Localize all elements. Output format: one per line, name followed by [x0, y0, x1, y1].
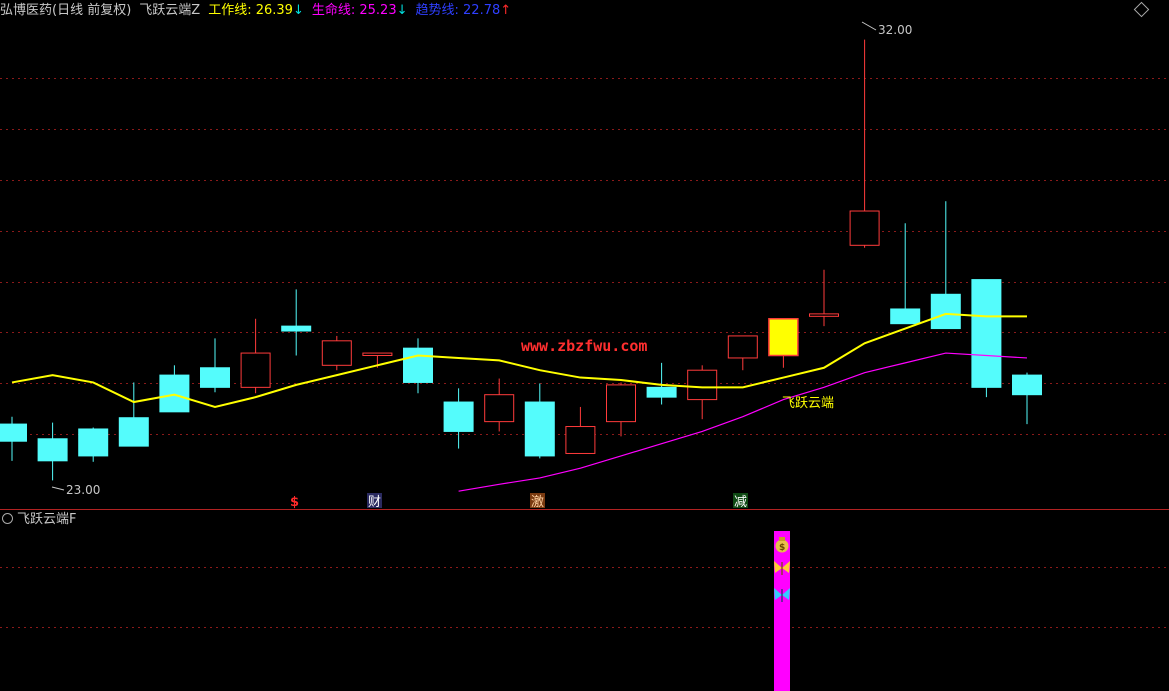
- candle-body: [809, 313, 839, 317]
- min-price-label: 23.00: [66, 483, 100, 497]
- candle-body: [890, 308, 921, 325]
- circle-icon[interactable]: [2, 513, 13, 524]
- work-line-arrow-icon: ↓: [292, 3, 304, 18]
- candlestick-series: [0, 39, 1042, 481]
- candle-body: [849, 210, 880, 246]
- svg-text:减: 减: [734, 495, 747, 510]
- stock-title[interactable]: 弘博医药(日线 前复权): [0, 3, 131, 18]
- signal-cai: 财: [367, 493, 382, 510]
- candle: [930, 201, 961, 330]
- candle: [727, 335, 758, 371]
- candle: [37, 422, 68, 481]
- life-line-label: 生命线:: [311, 3, 356, 18]
- candle-body: [727, 335, 758, 359]
- line-label: 飞跃云端: [782, 396, 834, 411]
- candle-body: [565, 426, 596, 454]
- candle: [118, 382, 149, 447]
- candle-body: [646, 386, 677, 398]
- min-price-marker: 23.00: [51, 483, 100, 497]
- candle: [849, 39, 880, 248]
- life-line-value: 25.23: [359, 3, 397, 18]
- candle: [484, 378, 515, 432]
- price-chart[interactable]: 32.00 23.00 www.zbzfwu.com 飞跃云端 $ 财 激 减 …: [0, 0, 1169, 691]
- candle-body: [159, 374, 190, 413]
- signal-dollar: $: [290, 495, 299, 510]
- indicator-name[interactable]: 飞跃云端Z: [139, 3, 200, 18]
- svg-text:财: 财: [368, 495, 381, 510]
- candle: [809, 269, 839, 327]
- candle: [1012, 372, 1042, 425]
- candle: [443, 388, 474, 449]
- candle-body: [200, 367, 230, 388]
- candle: [687, 365, 718, 420]
- candle: [768, 318, 799, 368]
- candle-body: [484, 394, 515, 423]
- trend-line-arrow-icon: ↑: [500, 3, 512, 18]
- signal-ji: 激: [530, 493, 545, 510]
- candle-body: [281, 325, 312, 332]
- trend-line-value: 22.78: [463, 3, 501, 18]
- candle: [565, 406, 596, 454]
- candle-body: [240, 352, 271, 388]
- sub-panel-title[interactable]: 飞跃云端F: [17, 512, 76, 527]
- candle: [606, 382, 636, 437]
- svg-text:激: 激: [531, 495, 544, 510]
- candle: [78, 427, 109, 462]
- max-price-marker: 32.00: [861, 21, 912, 37]
- candle-body: [1012, 374, 1042, 396]
- work-line-value: 26.39: [255, 3, 293, 18]
- candle: [281, 289, 312, 356]
- candle: [0, 416, 27, 461]
- candle: [321, 335, 352, 371]
- candle-body: [768, 318, 799, 357]
- candle-body: [0, 423, 27, 442]
- candle-body: [971, 279, 1002, 388]
- candle-body: [78, 428, 109, 457]
- life-line-arrow-icon: ↓: [396, 3, 408, 18]
- candle-body: [321, 340, 352, 366]
- sub-panel-header: 飞跃云端F: [0, 512, 76, 528]
- candle: [240, 318, 271, 394]
- max-price-label: 32.00: [878, 23, 912, 37]
- candle-body: [37, 438, 68, 462]
- candle-body: [403, 347, 433, 383]
- candle-body: [118, 417, 149, 447]
- candle: [159, 365, 190, 413]
- candle-body: [687, 369, 718, 401]
- candle: [971, 279, 1002, 398]
- candle: [890, 223, 921, 325]
- svg-text:$: $: [779, 543, 785, 553]
- candle: [403, 338, 433, 394]
- chart-header: 弘博医药(日线 前复权) 飞跃云端Z 工作线: 26.39↓ 生命线: 25.23↓ 趋…: [0, 2, 511, 20]
- candle-body: [524, 401, 555, 457]
- candle-body: [930, 293, 961, 330]
- candle: [200, 338, 230, 393]
- watermark-text: www.zbzfwu.com: [521, 337, 647, 355]
- signal-jian: 减: [733, 493, 748, 510]
- candle-body: [606, 384, 636, 423]
- candle: [524, 383, 555, 459]
- trend-line-label: 趋势线:: [415, 3, 459, 18]
- work-line-label: 工作线:: [208, 3, 252, 18]
- candle-body: [443, 401, 474, 432]
- signal-bar: $: [774, 531, 790, 691]
- candle-body: [362, 352, 393, 357]
- svg-text:$: $: [290, 495, 299, 510]
